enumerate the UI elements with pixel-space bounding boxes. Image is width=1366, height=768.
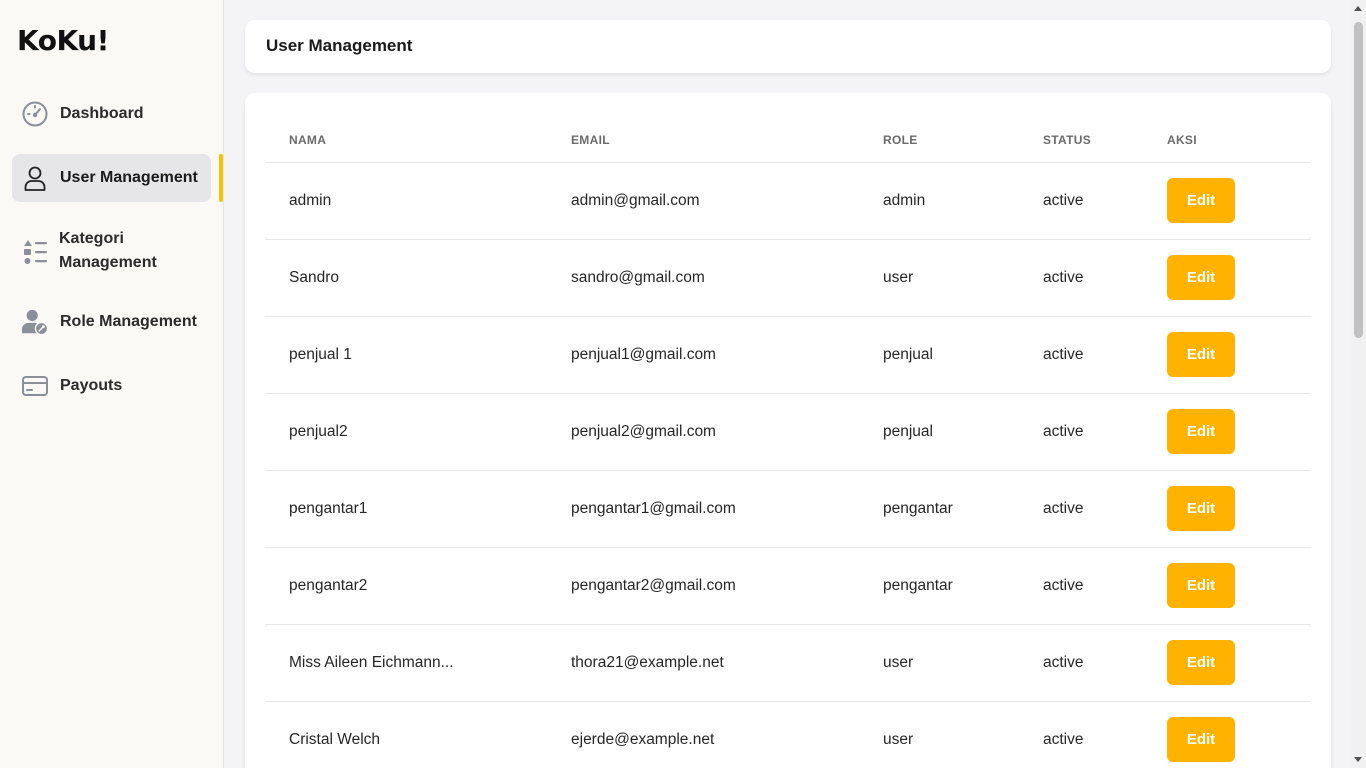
sidebar-item-label: User Management [60,169,198,186]
edit-button[interactable]: Edit [1167,486,1235,531]
user-key-icon [21,308,49,336]
cell-nama: penjual 1 [265,316,547,394]
cell-aksi: Edit [1143,393,1311,471]
cell-aksi: Edit [1143,239,1311,317]
cell-status: active [1019,393,1143,471]
cell-nama: Sandro [265,239,547,317]
column-header-email: EMAIL [547,118,859,163]
cell-email: thora21@example.net [547,624,859,702]
cell-nama: admin [265,162,547,240]
sidebar-item-label: Dashboard [60,105,144,122]
table-row: Sandro sandro@gmail.com user active Edit [265,239,1311,317]
cell-email: pengantar2@gmail.com [547,547,859,625]
page-title: User Management [266,36,413,55]
sidebar-item-label: Kategori Management [59,230,157,271]
edit-button[interactable]: Edit [1167,640,1235,685]
sidebar-item-label: Role Management [60,313,197,330]
sidebar-item-label: Payouts [60,377,123,394]
edit-button[interactable]: Edit [1167,563,1235,608]
cell-status: active [1019,701,1143,768]
cell-nama: penjual2 [265,393,547,471]
table-row: penjual2 penjual2@gmail.com penjual acti… [265,393,1311,471]
edit-button[interactable]: Edit [1167,255,1235,300]
cell-nama: pengantar1 [265,470,547,548]
sidebar-item-kategori-management[interactable]: Kategori Management [12,226,211,276]
cell-status: active [1019,316,1143,394]
dashboard-gauge-icon [21,100,49,128]
cell-status: active [1019,547,1143,625]
column-header-nama: NAMA [265,118,547,163]
app-logo[interactable]: KoKu! [17,24,109,57]
cell-status: active [1019,470,1143,548]
sidebar-item-payouts[interactable]: Payouts [12,362,211,410]
table-row: Miss Aileen Eichmann... thora21@example.… [265,624,1311,702]
scroll-up-arrow-icon[interactable] [1354,6,1362,11]
cell-aksi: Edit [1143,701,1311,768]
cell-status: active [1019,624,1143,702]
cell-role: user [859,624,1019,702]
cell-role: user [859,239,1019,317]
cell-role: penjual [859,316,1019,394]
cell-role: user [859,701,1019,768]
cell-nama: pengantar2 [265,547,547,625]
column-header-aksi: AKSI [1143,118,1311,163]
scroll-down-arrow-icon[interactable] [1354,757,1362,762]
cell-status: active [1019,239,1143,317]
active-indicator [219,154,223,202]
column-header-status: STATUS [1019,118,1143,163]
edit-button[interactable]: Edit [1167,332,1235,377]
cell-role: penjual [859,393,1019,471]
users-table: NAMA EMAIL ROLE STATUS AKSI admin admin@… [265,118,1311,768]
cell-nama: Miss Aileen Eichmann... [265,624,547,702]
table-row: pengantar1 pengantar1@gmail.com penganta… [265,470,1311,548]
table-row: Cristal Welch ejerde@example.net user ac… [265,701,1311,768]
table-row: pengantar2 pengantar2@gmail.com penganta… [265,547,1311,625]
cell-email: sandro@gmail.com [547,239,859,317]
cell-aksi: Edit [1143,316,1311,394]
edit-button[interactable]: Edit [1167,178,1235,223]
sidebar: KoKu! Dashboard User Management Kategori… [0,0,224,768]
sidebar-item-role-management[interactable]: Role Management [12,298,211,346]
edit-button[interactable]: Edit [1167,717,1235,762]
users-table-card: NAMA EMAIL ROLE STATUS AKSI admin admin@… [245,93,1331,768]
cell-email: ejerde@example.net [547,701,859,768]
cell-role: pengantar [859,470,1019,548]
cell-nama: Cristal Welch [265,701,547,768]
page-scrollbar[interactable] [1351,0,1366,768]
cell-role: admin [859,162,1019,240]
cell-email: pengantar1@gmail.com [547,470,859,548]
category-list-icon [22,237,50,265]
cell-status: active [1019,162,1143,240]
table-header-row: NAMA EMAIL ROLE STATUS AKSI [265,118,1311,163]
credit-card-icon [21,372,49,400]
cell-aksi: Edit [1143,624,1311,702]
column-header-role: ROLE [859,118,1019,163]
cell-email: penjual1@gmail.com [547,316,859,394]
cell-aksi: Edit [1143,470,1311,548]
table-row: penjual 1 penjual1@gmail.com penjual act… [265,316,1311,394]
edit-button[interactable]: Edit [1167,409,1235,454]
cell-aksi: Edit [1143,162,1311,240]
cell-aksi: Edit [1143,547,1311,625]
cell-email: admin@gmail.com [547,162,859,240]
sidebar-item-user-management[interactable]: User Management [12,154,211,202]
scrollbar-thumb[interactable] [1354,22,1363,338]
sidebar-item-dashboard[interactable]: Dashboard [12,90,211,138]
cell-role: pengantar [859,547,1019,625]
user-icon [21,164,49,192]
page-header: User Management [245,20,1331,73]
cell-email: penjual2@gmail.com [547,393,859,471]
table-row: admin admin@gmail.com admin active Edit [265,162,1311,240]
